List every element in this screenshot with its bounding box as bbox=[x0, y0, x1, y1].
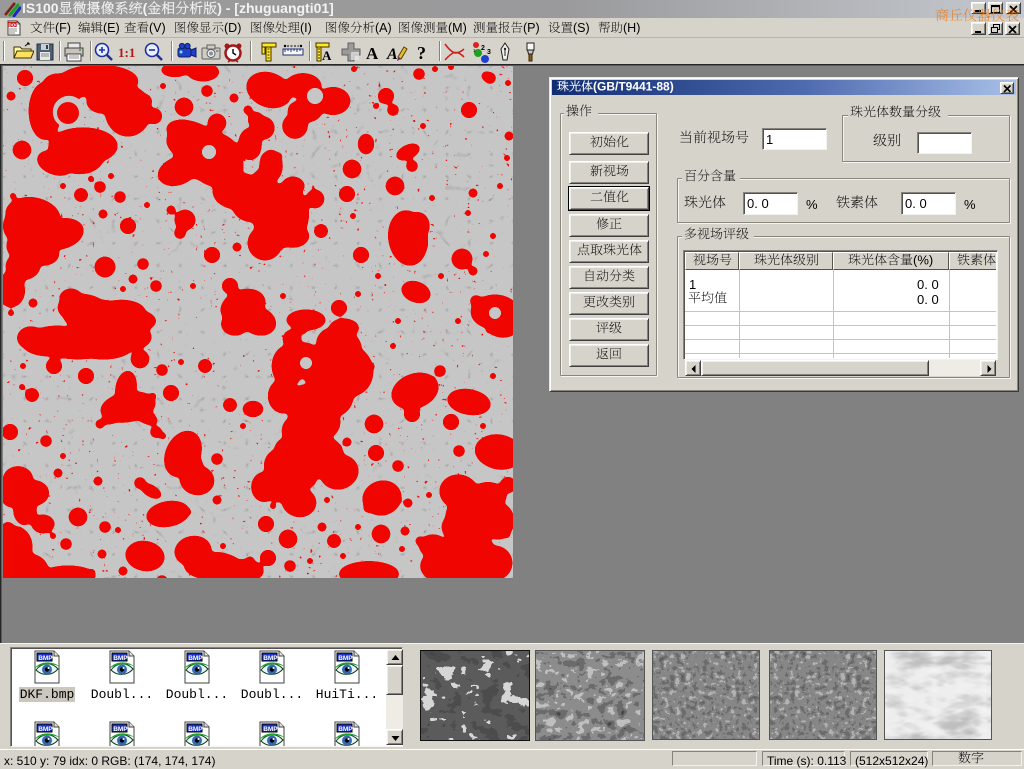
svg-text:(P): (P) bbox=[523, 21, 540, 35]
svg-text:(H): (H) bbox=[623, 21, 640, 35]
svg-text:DOC: DOC bbox=[9, 23, 20, 28]
svg-text:(: ( bbox=[143, 0, 148, 16]
svg-text:A: A bbox=[386, 46, 398, 63]
svg-text:(V): (V) bbox=[149, 21, 166, 35]
svg-text:) - [zhuguangti01]: ) - [zhuguangti01] bbox=[217, 0, 334, 16]
svg-text:(S): (S) bbox=[573, 21, 590, 35]
svg-text:(A): (A) bbox=[375, 21, 392, 35]
svg-text:(F): (F) bbox=[55, 21, 71, 35]
svg-text:A: A bbox=[322, 48, 332, 63]
svg-text:?: ? bbox=[417, 43, 426, 63]
svg-text:BMP: BMP bbox=[113, 726, 128, 733]
svg-text:BMP: BMP bbox=[338, 726, 353, 733]
svg-text:BMP: BMP bbox=[188, 726, 203, 733]
svg-text:2: 2 bbox=[481, 45, 485, 52]
svg-text:(D): (D) bbox=[224, 21, 241, 35]
svg-text:(E): (E) bbox=[103, 21, 120, 35]
svg-text:IS100: IS100 bbox=[22, 0, 59, 16]
svg-text:(%): (%) bbox=[913, 252, 933, 267]
svg-text:BMP: BMP bbox=[38, 726, 53, 733]
svg-text:3: 3 bbox=[487, 49, 491, 56]
svg-text:(GB/T9441-88): (GB/T9441-88) bbox=[593, 80, 674, 94]
svg-text:(I): (I) bbox=[300, 21, 312, 35]
svg-text:1:1: 1:1 bbox=[118, 45, 135, 60]
svg-text:A: A bbox=[366, 44, 379, 63]
svg-text:BMP: BMP bbox=[263, 726, 278, 733]
svg-text:(M): (M) bbox=[448, 21, 467, 35]
